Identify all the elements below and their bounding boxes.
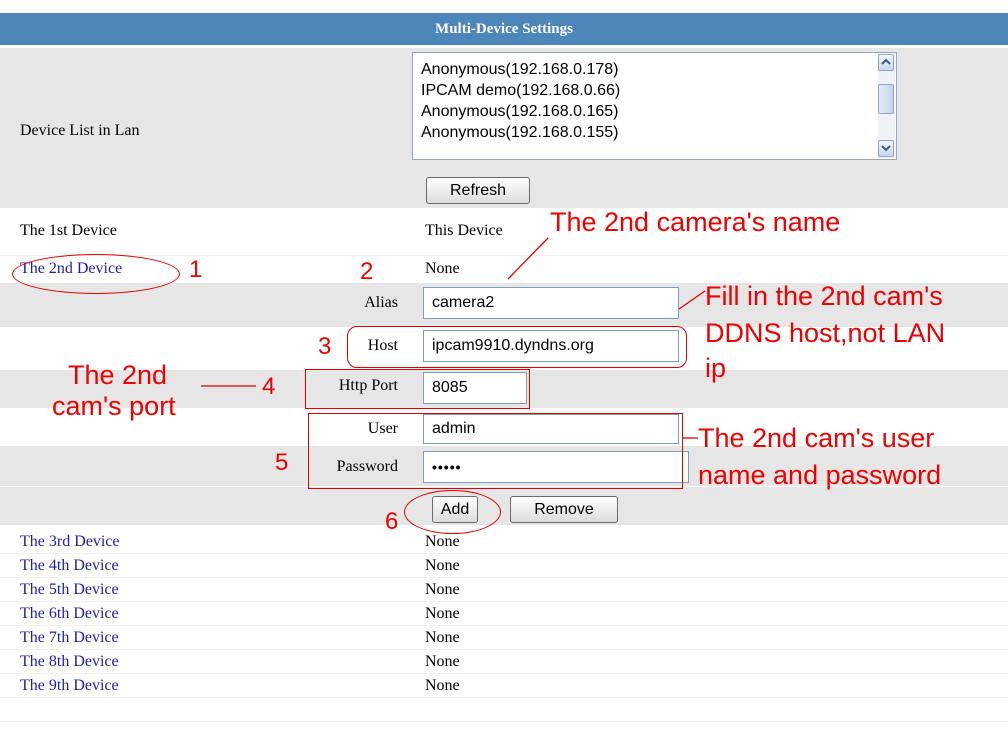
annotation-port-line1: The 2nd — [68, 360, 168, 390]
annotation-user-line1: The 2nd cam's user — [698, 423, 935, 453]
annotation-number-5: 5 — [275, 449, 289, 476]
annotation-number-4: 4 — [262, 373, 276, 400]
annotation-number-6: 6 — [385, 508, 399, 535]
annotation-camera-name: The 2nd camera's name — [550, 207, 841, 237]
annotation-number-1: 1 — [189, 256, 203, 283]
annotation-ddns-line2: DDNS host,not LAN — [705, 318, 946, 348]
annotation-number-3: 3 — [318, 333, 332, 360]
annotation-port-line2: cam's port — [52, 391, 176, 421]
annotation-ddns-line3: ip — [705, 353, 727, 383]
annotation-user-line2: name and password — [698, 460, 942, 490]
annotation-number-2: 2 — [360, 258, 374, 285]
annotation-ddns-line1: Fill in the 2nd cam's — [705, 281, 943, 311]
